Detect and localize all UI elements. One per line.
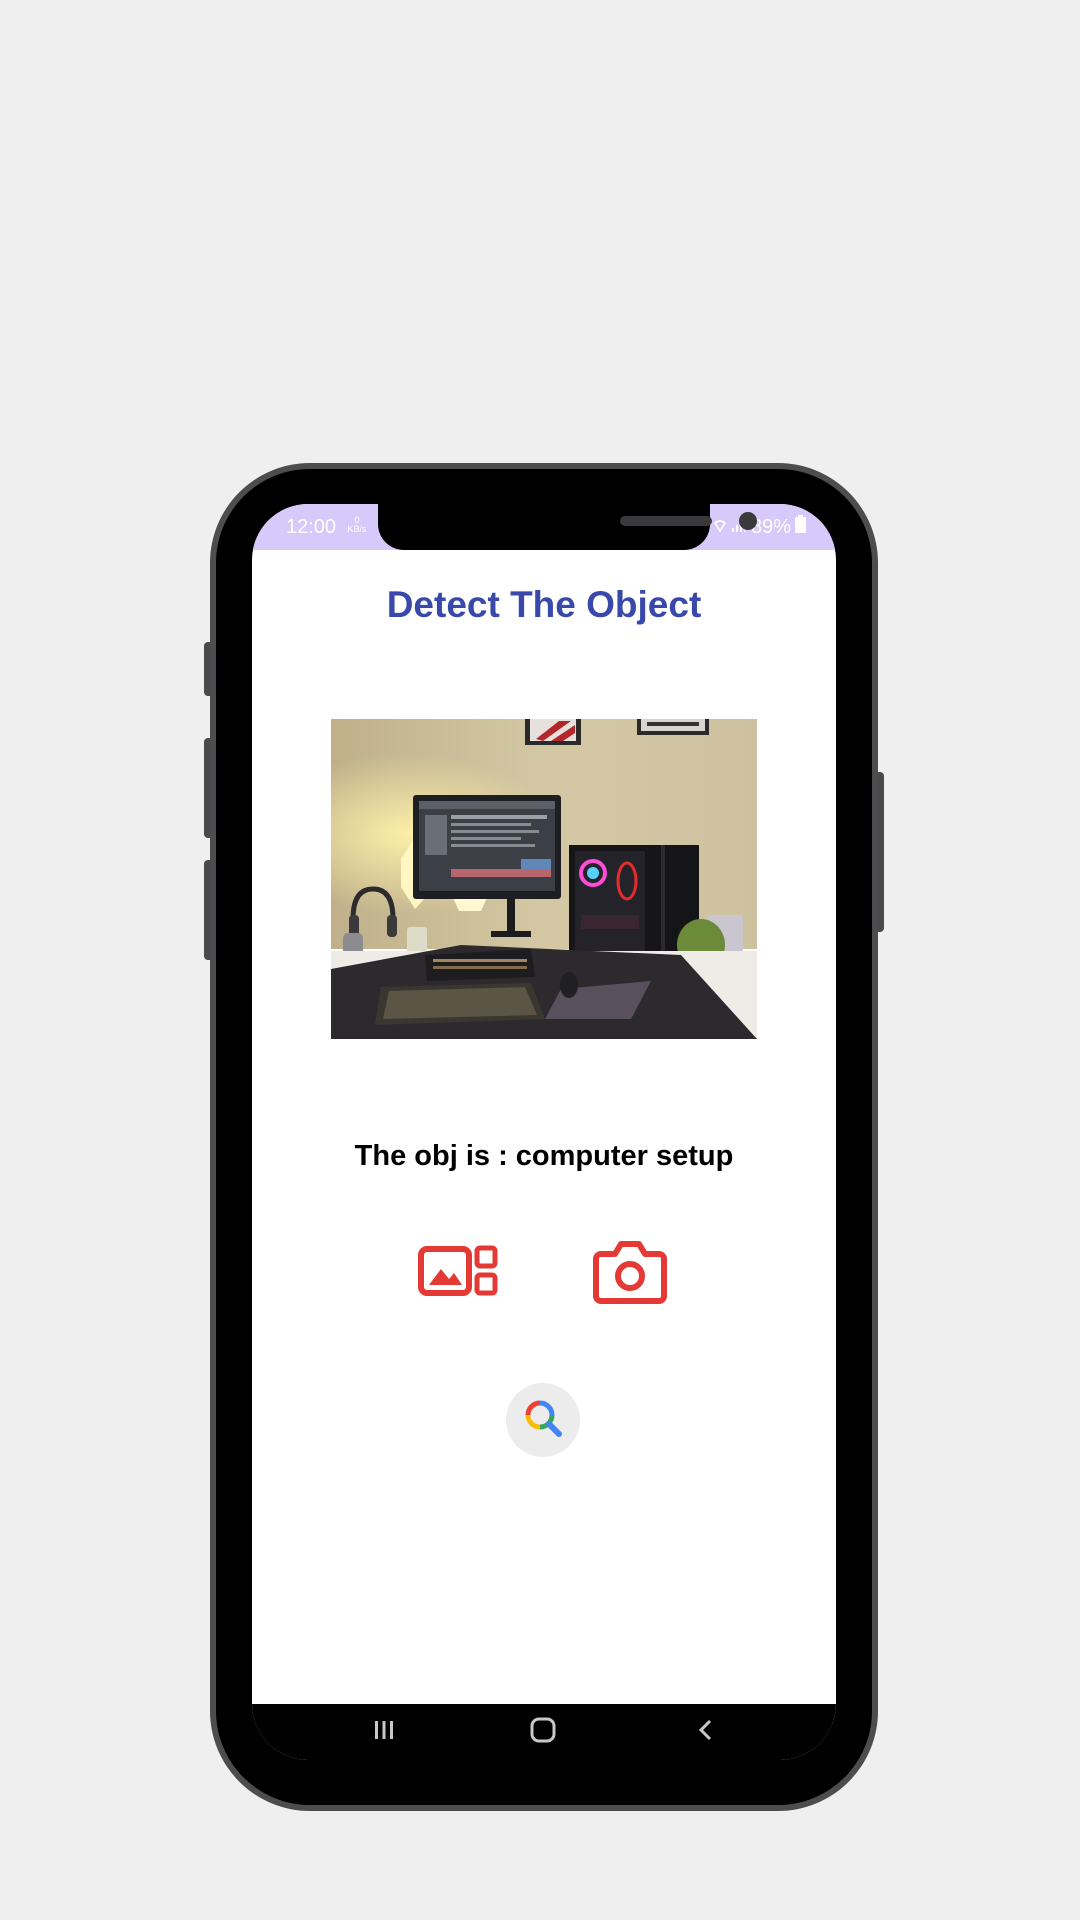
status-time: 12:00 — [286, 516, 337, 538]
earpiece-speaker — [620, 516, 712, 526]
camera-button[interactable] — [593, 1238, 667, 1304]
phone-screen: 12:00 0 KB/s 89% Detect The Object The o… — [252, 504, 836, 1760]
detection-result: The obj is : computer setup — [354, 1140, 734, 1172]
gallery-button[interactable] — [418, 1242, 500, 1300]
search-icon — [524, 1399, 562, 1442]
navigation-bar — [252, 1704, 836, 1760]
wifi-icon — [713, 516, 727, 539]
home-icon — [529, 1716, 557, 1749]
stage: 12:00 0 KB/s 89% Detect The Object The o… — [0, 0, 1080, 1920]
gallery-icon — [418, 1245, 500, 1304]
network-speed: 0 KB/s — [344, 516, 370, 534]
front-camera — [739, 512, 757, 530]
page-title: Detect The Object — [386, 584, 702, 625]
back-icon — [694, 1718, 718, 1747]
detected-image — [331, 719, 757, 1039]
recent-apps-icon — [372, 1718, 396, 1747]
back-button[interactable] — [676, 1712, 736, 1752]
recent-apps-button[interactable] — [354, 1712, 414, 1752]
camera-icon — [593, 1241, 667, 1308]
detect-search-button[interactable] — [506, 1383, 580, 1457]
network-speed-unit: KB/s — [347, 524, 367, 534]
battery-icon — [795, 515, 806, 539]
home-button[interactable] — [513, 1712, 573, 1752]
display-notch — [378, 504, 757, 550]
status-indicators: 89% — [713, 515, 806, 539]
battery-percent: 89% — [750, 515, 791, 538]
